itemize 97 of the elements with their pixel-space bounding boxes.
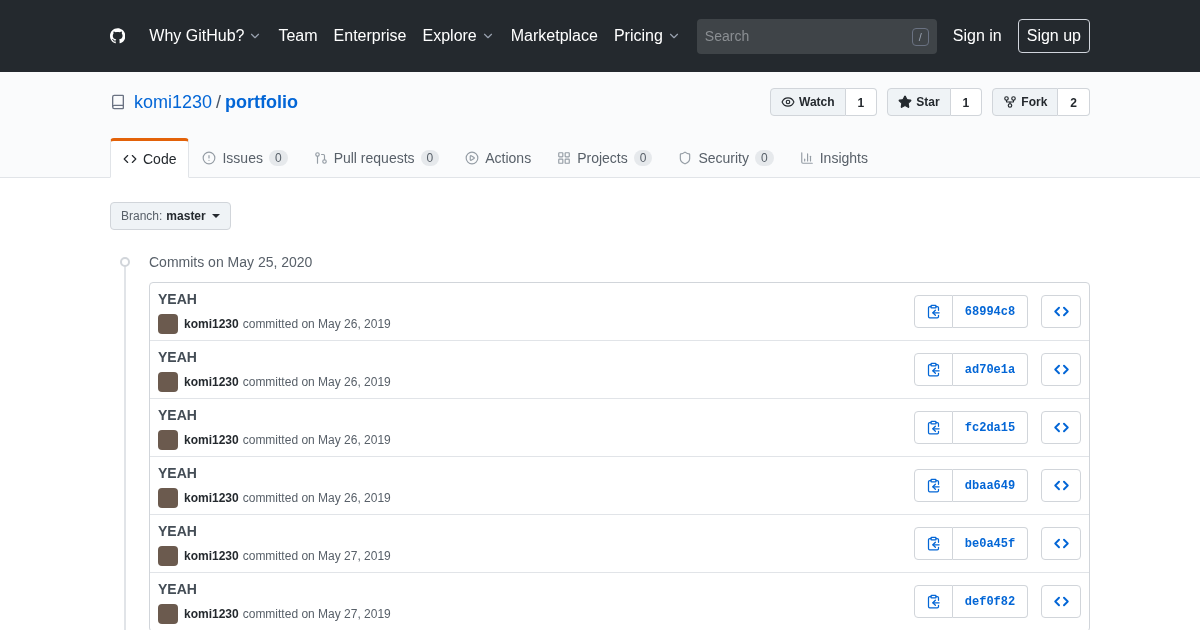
browse-files-button[interactable] — [1041, 527, 1081, 560]
repo-tab[interactable]: Pull requests 0 — [300, 138, 453, 178]
commit-message-link[interactable]: YEAH — [158, 347, 391, 368]
fork-button[interactable]: Fork — [992, 88, 1059, 116]
commit-sha-link[interactable]: def0f82 — [953, 585, 1028, 618]
browse-files-button[interactable] — [1041, 411, 1081, 444]
copy-sha-button[interactable] — [914, 469, 953, 502]
commit-date: committed on May 26, 2019 — [242, 374, 391, 391]
nav-link[interactable]: Team — [278, 24, 318, 48]
code-icon — [1053, 304, 1069, 319]
clipboard-icon — [926, 536, 941, 551]
author-link[interactable]: komi1230 — [184, 373, 239, 391]
clipboard-icon — [926, 420, 941, 435]
avatar-placeholder — [158, 430, 178, 450]
security-icon — [678, 151, 693, 165]
browse-files-button[interactable] — [1041, 353, 1081, 386]
sign-up-button[interactable]: Sign up — [1017, 19, 1090, 53]
insights-icon — [799, 151, 814, 165]
branch-select-button[interactable]: Branch: master — [110, 202, 231, 230]
code-icon — [123, 152, 137, 166]
code-icon — [1053, 536, 1069, 551]
avatar-placeholder — [158, 372, 178, 392]
repo-icon — [110, 94, 126, 110]
browse-files-button[interactable] — [1041, 295, 1081, 328]
copy-sha-button[interactable] — [914, 585, 953, 618]
tab-counter: 0 — [755, 150, 774, 166]
avatar-placeholder — [158, 546, 178, 566]
browse-files-button[interactable] — [1041, 585, 1081, 618]
star-icon — [898, 95, 913, 109]
commit-sha-link[interactable]: dbaa649 — [953, 469, 1028, 502]
code-icon — [1053, 420, 1069, 435]
commit-message-link[interactable]: YEAH — [158, 405, 391, 426]
commit-date: committed on May 27, 2019 — [242, 606, 391, 623]
author-link[interactable]: komi1230 — [184, 547, 239, 565]
nav-link[interactable]: Enterprise — [333, 24, 407, 48]
commit-date: committed on May 26, 2019 — [242, 490, 391, 507]
avatar-placeholder — [158, 604, 178, 624]
author-link[interactable]: komi1230 — [184, 605, 239, 623]
commit-date: committed on May 26, 2019 — [242, 432, 391, 449]
pulls-icon — [313, 151, 328, 165]
clipboard-icon — [926, 304, 941, 319]
commit-sha-link[interactable]: ad70e1a — [953, 353, 1028, 386]
actions-icon — [465, 151, 480, 165]
repo-tab[interactable]: Security 0 — [665, 138, 787, 178]
path-separator: / — [216, 90, 222, 114]
nav-link[interactable]: Explore — [422, 24, 495, 48]
author-link[interactable]: komi1230 — [184, 489, 239, 507]
author-link[interactable]: komi1230 — [184, 315, 239, 333]
social-count[interactable]: 1 — [950, 88, 983, 116]
author-link[interactable]: komi1230 — [184, 431, 239, 449]
commit-message-link[interactable]: YEAH — [158, 289, 391, 310]
avatar-placeholder — [158, 488, 178, 508]
nav-link[interactable]: Pricing — [613, 24, 681, 48]
sign-in-link[interactable]: Sign in — [952, 24, 1002, 48]
commit-message-link[interactable]: YEAH — [158, 579, 391, 600]
code-icon — [1053, 594, 1069, 609]
commit-date: committed on May 27, 2019 — [242, 548, 391, 565]
social-count[interactable]: 2 — [1058, 88, 1090, 116]
fork-icon — [1003, 95, 1018, 109]
browse-files-button[interactable] — [1041, 469, 1081, 502]
repo-tab[interactable]: Code — [110, 138, 190, 178]
eye-icon — [781, 95, 795, 109]
repo-tab[interactable]: Projects 0 — [544, 138, 666, 178]
commit-sha-link[interactable]: fc2da15 — [953, 411, 1028, 444]
copy-sha-button[interactable] — [914, 527, 953, 560]
owner-link[interactable]: komi1230 — [134, 88, 213, 116]
caret-icon — [211, 214, 220, 218]
tab-counter: 0 — [633, 150, 653, 166]
code-icon — [1053, 478, 1069, 493]
commit-message-link[interactable]: YEAH — [158, 521, 391, 542]
clipboard-icon — [926, 594, 941, 609]
avatar-placeholder — [158, 314, 178, 334]
tab-counter: 0 — [268, 150, 288, 166]
repo-tab[interactable]: Insights — [786, 138, 881, 178]
watch-button[interactable]: Watch — [770, 88, 846, 116]
code-icon — [1053, 362, 1069, 377]
repo-name-link[interactable]: portfolio — [225, 88, 299, 116]
repo-tab[interactable]: Issues 0 — [189, 138, 301, 178]
nav-link[interactable]: Marketplace — [510, 24, 598, 48]
repo-tab[interactable]: Actions — [452, 138, 545, 178]
issues-icon — [202, 151, 217, 165]
projects-icon — [557, 151, 572, 165]
commit-date: committed on May 26, 2019 — [242, 316, 391, 333]
shortcut-key: / — [911, 27, 929, 46]
clipboard-icon — [926, 478, 941, 493]
copy-sha-button[interactable] — [914, 295, 953, 328]
copy-sha-button[interactable] — [914, 411, 953, 444]
star-button[interactable]: Star — [887, 88, 951, 116]
commit-sha-link[interactable]: 68994c8 — [953, 295, 1028, 328]
nav-link[interactable]: Why GitHub? — [149, 24, 263, 48]
commit-message-link[interactable]: YEAH — [158, 463, 391, 484]
social-count[interactable]: 1 — [845, 88, 878, 116]
commit-group-heading: Commits on May 25, 2020 — [149, 253, 314, 272]
clipboard-icon — [926, 362, 941, 377]
copy-sha-button[interactable] — [914, 353, 953, 386]
commit-sha-link[interactable]: be0a45f — [953, 527, 1028, 560]
tab-counter: 0 — [420, 150, 440, 166]
